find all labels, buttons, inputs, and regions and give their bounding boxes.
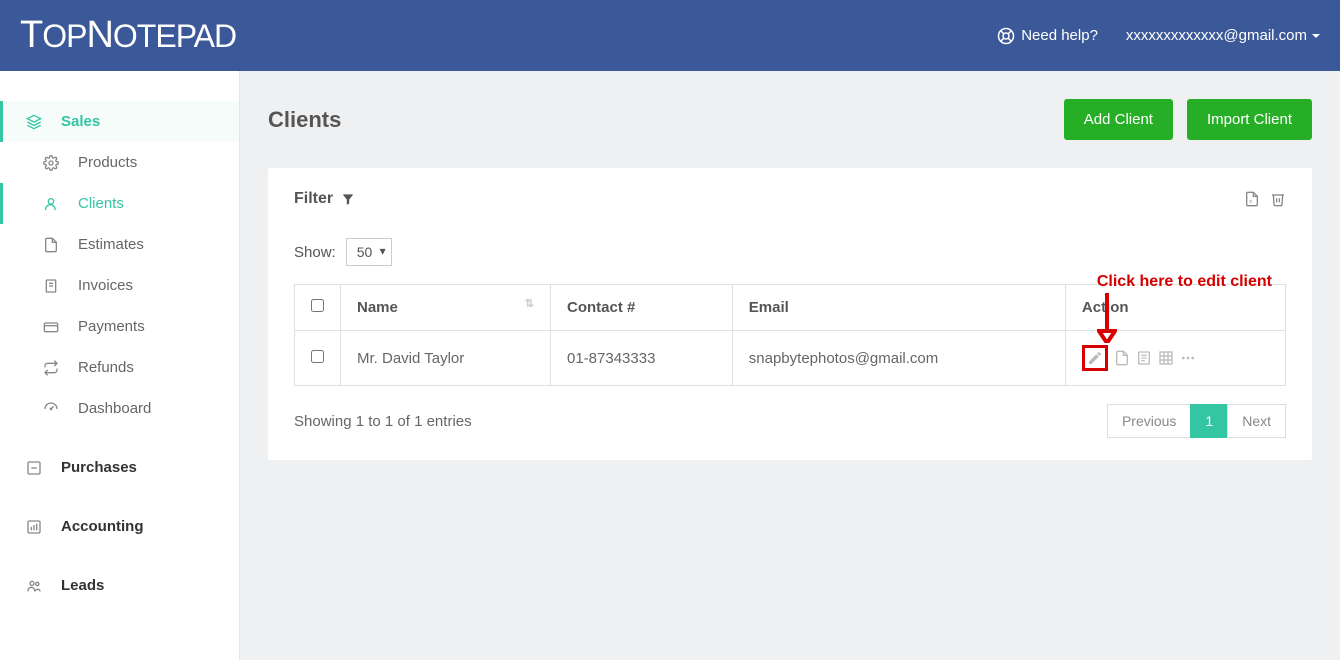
gears-icon (42, 155, 60, 171)
sidebar-section-accounting[interactable]: Accounting (0, 506, 239, 547)
lines-icon[interactable] (1136, 350, 1152, 366)
sort-icon: ⇅ (525, 299, 534, 310)
user-email-label: xxxxxxxxxxxxx@gmail.com (1126, 27, 1307, 44)
sidebar-label: Purchases (61, 459, 137, 476)
sidebar-label: Estimates (78, 236, 144, 253)
sidebar-label: Invoices (78, 277, 133, 294)
help-label: Need help? (1021, 27, 1098, 44)
pagination-page-1[interactable]: 1 (1190, 404, 1228, 438)
stack-icon (25, 114, 43, 130)
sidebar-label: Sales (61, 113, 100, 130)
show-label: Show: (294, 244, 336, 261)
select-all-checkbox[interactable] (311, 299, 324, 312)
sidebar-label: Payments (78, 318, 145, 335)
sidebar-item-dashboard[interactable]: Dashboard (0, 388, 239, 429)
pagination-prev[interactable]: Previous (1107, 404, 1191, 438)
more-icon[interactable] (1180, 350, 1196, 366)
sidebar-item-payments[interactable]: Payments (0, 306, 239, 347)
sidebar-section-sales[interactable]: Sales (0, 101, 239, 142)
topbar: TOPNOTEPAD Need help? xxxxxxxxxxxxx@gmai… (0, 0, 1340, 71)
sidebar-label: Refunds (78, 359, 134, 376)
main-content: Clients Add Client Import Client Filter … (240, 71, 1340, 660)
minus-square-icon (25, 460, 43, 476)
sidebar-item-clients[interactable]: Clients (0, 183, 239, 224)
clients-card: Filter x Show: (268, 168, 1312, 460)
sidebar-item-estimates[interactable]: Estimates (0, 224, 239, 265)
column-header-email[interactable]: Email (732, 285, 1065, 331)
sidebar-section-leads[interactable]: Leads (0, 565, 239, 606)
transfer-icon (42, 360, 60, 376)
page-title: Clients (268, 107, 341, 133)
cell-email: snapbytephotos@gmail.com (732, 331, 1065, 386)
sidebar: Sales Products Clients Estimates Invoice… (0, 71, 240, 660)
sidebar-item-refunds[interactable]: Refunds (0, 347, 239, 388)
entries-info: Showing 1 to 1 of 1 entries (294, 413, 472, 430)
gauge-icon (42, 401, 60, 417)
arrow-down-icon (1097, 293, 1272, 343)
edit-client-icon[interactable] (1082, 345, 1108, 371)
user-menu[interactable]: xxxxxxxxxxxxx@gmail.com (1126, 27, 1320, 44)
sidebar-label: Products (78, 154, 137, 171)
grid-icon[interactable] (1158, 350, 1174, 366)
cell-contact: 01-87343333 (551, 331, 733, 386)
filter-label-text: Filter (294, 190, 333, 208)
delete-icon[interactable] (1270, 190, 1286, 208)
pagination-next[interactable]: Next (1227, 404, 1286, 438)
sidebar-label: Dashboard (78, 400, 151, 417)
pagination: Previous 1 Next (1108, 404, 1286, 438)
sidebar-label: Accounting (61, 518, 144, 535)
file-icon (42, 237, 60, 253)
users-icon (25, 578, 43, 594)
filter-toggle[interactable]: Filter (294, 190, 355, 208)
chevron-down-icon (1312, 34, 1320, 38)
sidebar-label: Leads (61, 577, 104, 594)
funnel-icon (341, 192, 355, 206)
cell-name: Mr. David Taylor (341, 331, 551, 386)
user-icon (42, 196, 60, 212)
sidebar-section-purchases[interactable]: Purchases (0, 447, 239, 488)
sidebar-item-invoices[interactable]: Invoices (0, 265, 239, 306)
lifebuoy-icon (997, 27, 1015, 45)
annotation-text: Click here to edit client (1097, 273, 1272, 291)
chart-icon (25, 519, 43, 535)
help-link[interactable]: Need help? (997, 27, 1098, 45)
import-client-button[interactable]: Import Client (1187, 99, 1312, 140)
show-count-select[interactable]: 50 (346, 238, 392, 266)
export-excel-icon[interactable]: x (1244, 190, 1260, 208)
brand-logo: TOPNOTEPAD (20, 14, 236, 57)
column-header-name[interactable]: Name⇅ (341, 285, 551, 331)
svg-text:x: x (1249, 199, 1252, 205)
page-icon (42, 278, 60, 294)
document-icon[interactable] (1114, 350, 1130, 366)
sidebar-item-products[interactable]: Products (0, 142, 239, 183)
add-client-button[interactable]: Add Client (1064, 99, 1173, 140)
sidebar-label: Clients (78, 195, 124, 212)
card-icon (42, 319, 60, 335)
column-header-contact[interactable]: Contact # (551, 285, 733, 331)
annotation-callout: Click here to edit client (1097, 273, 1272, 343)
row-checkbox[interactable] (311, 350, 324, 363)
